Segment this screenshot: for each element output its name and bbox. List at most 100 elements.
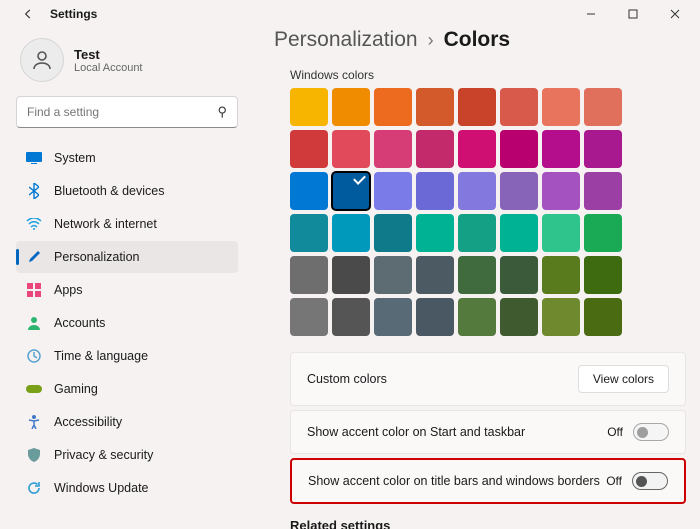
sidebar-item-time[interactable]: Time & language [16,340,238,372]
accent-titlebars-row[interactable]: Show accent color on title bars and wind… [290,458,686,504]
color-swatch[interactable] [500,130,538,168]
color-swatch[interactable] [584,88,622,126]
sidebar-item-label: Accounts [54,316,105,330]
windows-colors-label: Windows colors [290,68,686,82]
color-swatch[interactable] [290,256,328,294]
apps-icon [26,282,42,298]
breadcrumb-parent[interactable]: Personalization [274,28,418,52]
color-swatch[interactable] [374,298,412,336]
sidebar-item-label: Accessibility [54,415,122,429]
sidebar-item-label: System [54,151,96,165]
sidebar-item-personalization[interactable]: Personalization [16,241,238,273]
sidebar-item-label: Privacy & security [54,448,153,462]
user-row[interactable]: Test Local Account [16,32,238,92]
color-swatch[interactable] [374,172,412,210]
custom-colors-row[interactable]: Custom colors View colors [290,352,686,406]
accent-taskbar-row[interactable]: Show accent color on Start and taskbar O… [290,410,686,454]
color-swatch[interactable] [332,256,370,294]
color-swatch[interactable] [500,172,538,210]
sidebar-item-label: Personalization [54,250,139,264]
window-maximize-button[interactable] [612,0,654,28]
color-swatch[interactable] [584,130,622,168]
color-swatch[interactable] [458,172,496,210]
color-swatch[interactable] [458,256,496,294]
color-swatch[interactable] [542,130,580,168]
custom-colors-label: Custom colors [307,371,578,388]
color-swatch[interactable] [584,214,622,252]
network-icon [26,216,42,232]
color-swatch[interactable] [416,172,454,210]
back-button[interactable] [16,2,40,26]
color-swatch[interactable] [290,298,328,336]
sidebar-item-label: Windows Update [54,481,149,495]
color-swatch[interactable] [500,214,538,252]
color-swatch[interactable] [374,214,412,252]
color-swatch[interactable] [458,130,496,168]
user-name: Test [74,47,143,62]
chevron-right-icon: › [428,30,434,51]
sidebar-item-gaming[interactable]: Gaming [16,373,238,405]
accent-taskbar-toggle [633,423,669,441]
sidebar-item-network[interactable]: Network & internet [16,208,238,240]
color-swatch[interactable] [500,256,538,294]
personalization-icon [26,249,42,265]
color-swatch[interactable] [542,298,580,336]
color-palette [290,88,686,336]
sidebar-item-accessibility[interactable]: Accessibility [16,406,238,438]
app-title: Settings [50,7,97,21]
color-swatch[interactable] [374,88,412,126]
titlebar: Settings [0,0,700,28]
color-swatch[interactable] [416,88,454,126]
color-swatch[interactable] [500,88,538,126]
color-swatch[interactable] [458,88,496,126]
color-swatch[interactable] [458,214,496,252]
color-swatch[interactable] [290,88,328,126]
color-swatch[interactable] [332,88,370,126]
accent-taskbar-label: Show accent color on Start and taskbar [307,424,607,441]
related-settings-heading: Related settings [290,518,686,529]
sidebar-item-update[interactable]: Windows Update [16,472,238,504]
sidebar-item-bluetooth[interactable]: Bluetooth & devices [16,175,238,207]
color-swatch[interactable] [290,172,328,210]
color-swatch[interactable] [374,256,412,294]
accent-titlebars-toggle[interactable] [632,472,668,490]
color-swatch[interactable] [500,298,538,336]
color-swatch[interactable] [458,298,496,336]
accounts-icon [26,315,42,331]
sidebar-item-privacy[interactable]: Privacy & security [16,439,238,471]
accent-titlebars-state: Off [606,474,622,488]
sidebar-item-apps[interactable]: Apps [16,274,238,306]
view-colors-button[interactable]: View colors [578,365,669,393]
color-swatch[interactable] [416,256,454,294]
color-swatch[interactable] [542,172,580,210]
breadcrumb: Personalization › Colors [274,28,686,68]
window-close-button[interactable] [654,0,696,28]
sidebar-item-system[interactable]: System [16,142,238,174]
accessibility-icon [26,414,42,430]
color-swatch[interactable] [416,130,454,168]
color-swatch[interactable] [542,214,580,252]
color-swatch[interactable] [584,298,622,336]
color-swatch[interactable] [332,298,370,336]
accent-taskbar-state: Off [607,425,623,439]
color-swatch[interactable] [584,172,622,210]
sidebar-item-accounts[interactable]: Accounts [16,307,238,339]
color-swatch[interactable] [290,130,328,168]
color-swatch[interactable] [332,214,370,252]
color-swatch[interactable] [416,214,454,252]
search-input[interactable] [27,105,217,119]
page-title: Colors [444,28,511,52]
update-icon [26,480,42,496]
color-swatch[interactable] [332,130,370,168]
search-box[interactable]: ⚲ [16,96,238,128]
gaming-icon [26,381,42,397]
color-swatch[interactable] [542,88,580,126]
color-swatch[interactable] [584,256,622,294]
sidebar-item-label: Bluetooth & devices [54,184,165,198]
color-swatch[interactable] [374,130,412,168]
color-swatch[interactable] [542,256,580,294]
color-swatch[interactable] [332,172,370,210]
window-minimize-button[interactable] [570,0,612,28]
color-swatch[interactable] [290,214,328,252]
color-swatch[interactable] [416,298,454,336]
